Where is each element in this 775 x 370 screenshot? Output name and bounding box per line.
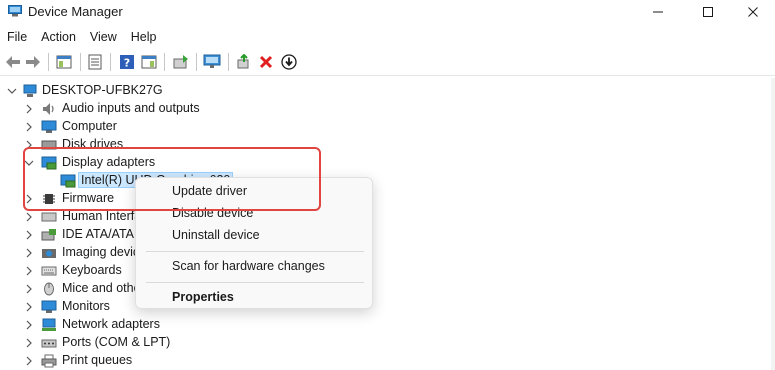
scan-hardware-icon[interactable] [203,53,221,71]
menu-separator [146,282,364,283]
menu-separator [146,251,364,252]
toolbar-separator [48,53,49,71]
disable-download-icon[interactable] [280,53,298,71]
chevron-right-icon[interactable] [24,320,34,330]
toolbar-separator [228,53,229,71]
window-title: Device Manager [28,4,123,19]
tree-root[interactable]: DESKTOP-UFBK27G [0,82,300,100]
forward-arrow-icon[interactable] [24,53,42,71]
monitor-icon [41,300,57,313]
action-pane-icon[interactable] [140,53,158,71]
menu-action[interactable]: Action [34,26,83,48]
menu-view[interactable]: View [83,26,124,48]
computer-icon [23,84,37,97]
keyboard-icon [41,266,57,276]
camera-icon [42,249,56,258]
chevron-right-icon[interactable] [24,248,34,258]
monitor-icon [41,120,57,133]
svg-text:?: ? [124,57,130,70]
title-bar: Device Manager [0,0,775,24]
tree-item-print-queues[interactable]: Print queues [0,352,300,370]
tree-item-label: Computer [62,119,117,133]
device-manager-icon [8,5,22,17]
network-icon [42,318,56,331]
toolbar-separator [164,53,165,71]
chevron-right-icon[interactable] [24,356,34,366]
maximize-button[interactable] [686,0,730,24]
chevron-down-icon[interactable] [7,86,17,96]
menu-bar: File Action View Help [0,26,164,48]
tree-item-computer[interactable]: Computer [0,118,300,136]
menu-item-properties[interactable]: Properties [172,290,234,304]
add-legacy-hardware-icon[interactable] [235,53,253,71]
menu-item-scan-hardware[interactable]: Scan for hardware changes [172,259,325,273]
chevron-right-icon[interactable] [24,104,34,114]
tree-root-label: DESKTOP-UFBK27G [42,83,163,97]
chevron-right-icon[interactable] [24,302,34,312]
chevron-right-icon[interactable] [24,212,34,222]
chevron-right-icon[interactable] [24,230,34,240]
printer-icon [41,354,57,368]
speaker-icon [43,103,54,115]
tree-item-label: Keyboards [62,263,122,277]
toolbar: ? [0,48,775,76]
toolbar-separator [196,53,197,71]
device-tree: DESKTOP-UFBK27G Audio inputs and outputs… [0,78,775,370]
show-hide-console-tree-icon[interactable] [55,53,73,71]
uninstall-red-x-icon[interactable] [257,53,275,71]
chevron-right-icon[interactable] [24,122,34,132]
tree-item-label: Audio inputs and outputs [62,101,200,115]
chevron-right-icon[interactable] [24,284,34,294]
back-arrow-icon[interactable] [4,53,22,71]
tree-item-label: Print queues [62,353,133,367]
menu-help[interactable]: Help [124,26,164,48]
port-icon [41,339,57,348]
vertical-scrollbar[interactable] [771,78,775,370]
minimize-button[interactable] [636,0,680,24]
properties-sheet-icon[interactable] [86,53,104,71]
menu-file[interactable]: File [0,26,34,48]
menu-item-uninstall-device[interactable]: Uninstall device [172,228,260,242]
mouse-icon [44,282,54,296]
tree-item-label: Ports (COM & LPT) [62,335,171,349]
tree-item-label: Network adapters [62,317,160,331]
close-button[interactable] [731,0,775,24]
hid-icon [41,212,57,222]
toolbar-separator [80,53,81,71]
chevron-right-icon[interactable] [24,266,34,276]
update-driver-toolbar-icon[interactable] [172,53,190,71]
help-icon[interactable]: ? [118,53,136,71]
ide-icon [41,229,56,241]
tree-item-audio[interactable]: Audio inputs and outputs [0,100,300,118]
chevron-right-icon[interactable] [24,338,34,348]
highlight-annotation [23,147,321,211]
tree-item-ports[interactable]: Ports (COM & LPT) [0,334,300,352]
toolbar-separator [110,53,111,71]
tree-item-label: Monitors [62,299,110,313]
tree-item-network[interactable]: Network adapters [0,316,300,334]
